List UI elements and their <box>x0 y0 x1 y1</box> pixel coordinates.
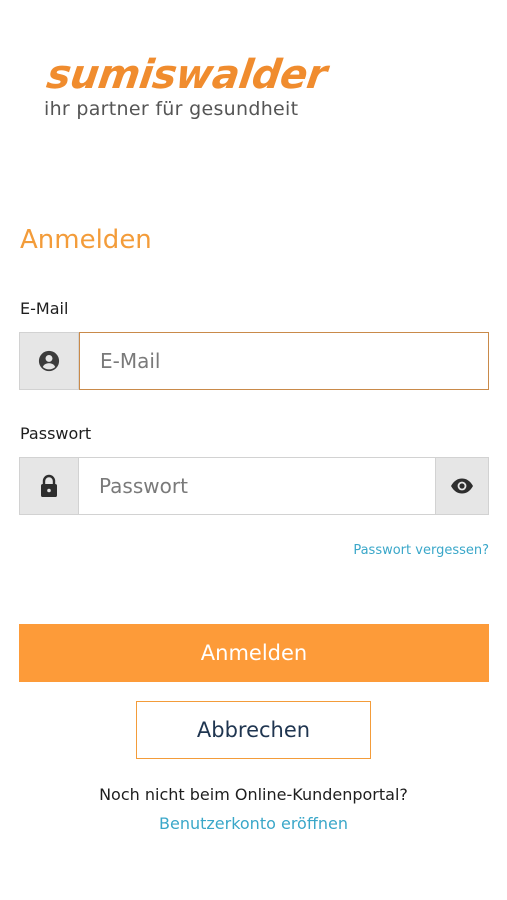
password-addon <box>19 457 79 515</box>
eye-icon <box>450 478 474 494</box>
password-input[interactable] <box>79 457 435 515</box>
password-label: Passwort <box>20 424 92 443</box>
login-button[interactable]: Anmelden <box>19 624 489 682</box>
password-input-group <box>19 457 489 515</box>
page-title: Anmelden <box>20 225 152 255</box>
email-addon <box>19 332 79 390</box>
user-circle-icon <box>38 350 60 372</box>
lock-icon <box>39 474 59 498</box>
email-input[interactable] <box>79 332 489 390</box>
forgot-password-link[interactable]: Passwort vergessen? <box>353 542 489 560</box>
logo-tagline: ihr partner für gesundheit <box>44 98 299 120</box>
signup-prompt: Noch nicht beim Online-Kundenportal? <box>99 785 408 804</box>
cancel-button[interactable]: Abbrechen <box>136 701 371 759</box>
email-input-group <box>19 332 489 390</box>
logo-wordmark: sumiswalder <box>44 52 330 98</box>
brand-logo: sumiswalder ihr partner für gesundheit <box>44 52 344 120</box>
email-label: E-Mail <box>20 299 69 318</box>
password-visibility-toggle[interactable] <box>435 457 489 515</box>
create-account-link[interactable]: Benutzerkonto eröffnen <box>0 813 507 835</box>
